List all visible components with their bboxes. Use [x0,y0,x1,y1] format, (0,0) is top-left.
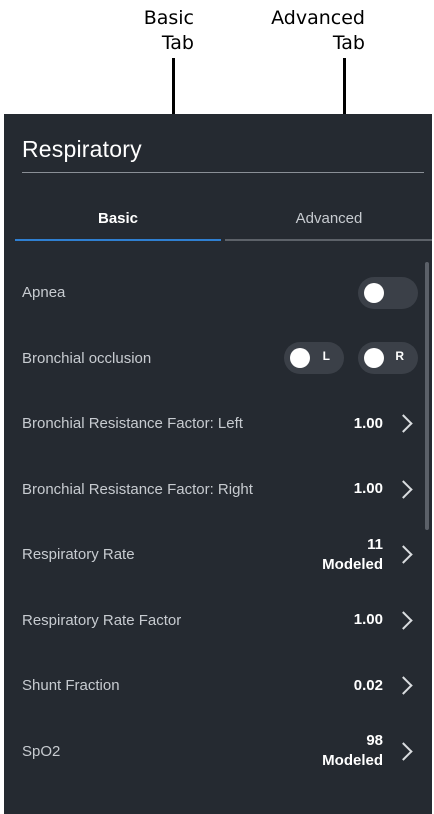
toggle-knob [290,348,310,369]
row-label: Bronchial occlusion [22,349,152,367]
scrollbar[interactable] [425,262,429,530]
chevron-right-icon[interactable] [394,676,413,695]
row-value-source: Modeled [322,752,383,770]
row-value: 1.00 [353,414,383,432]
list-item-bronchial-resistance-left[interactable]: Bronchial Resistance Factor: Left 1.00 [4,391,432,457]
tab-basic-active-indicator [15,239,221,241]
toggle-knob [364,348,384,369]
basic-tab-callout: Basic Tab [100,6,194,56]
chevron-right-icon[interactable] [394,480,413,499]
advanced-tab-callout-line2: Tab [332,32,365,54]
row-value: 11 Modeled [322,535,383,575]
row-value-number: 11 [367,535,383,553]
toggle-knob [364,282,384,303]
bronchial-occlusion-left-toggle[interactable]: L [284,342,344,375]
chevron-right-icon[interactable] [394,742,413,761]
apnea-toggle[interactable] [358,276,418,309]
row-value: 98 Modeled [322,731,383,771]
row-label: Respiratory Rate [22,546,135,564]
list-item-shunt-fraction[interactable]: Shunt Fraction 0.02 [4,653,432,719]
advanced-tab-callout: Advanced Tab [235,6,365,56]
tab-advanced-indicator [225,239,432,241]
row-label: Apnea [22,284,66,302]
list-item-respiratory-rate-factor[interactable]: Respiratory Rate Factor 1.00 [4,588,432,654]
list-item-spo2[interactable]: SpO2 98 Modeled [4,719,432,785]
tab-basic[interactable]: Basic [15,204,221,240]
row-value-source: Modeled [322,555,383,573]
bronchial-occlusion-right-toggle[interactable]: R [358,342,418,375]
panel-title: Respiratory [22,136,142,162]
list-item-bronchial-occlusion: Bronchial occlusion L R [4,326,432,392]
chevron-right-icon[interactable] [394,611,413,630]
parameter-list: Apnea Bronchial occlusion L R Bronchial … [4,260,432,784]
row-label: Respiratory Rate Factor [22,611,182,629]
list-item-bronchial-resistance-right[interactable]: Bronchial Resistance Factor: Right 1.00 [4,457,432,523]
row-value: 0.02 [353,676,383,694]
list-item-respiratory-rate[interactable]: Respiratory Rate 11 Modeled [4,522,432,588]
chevron-right-icon[interactable] [394,545,413,564]
row-value: 1.00 [353,480,383,498]
row-label: Bronchial Resistance Factor: Right [22,480,253,498]
basic-tab-callout-line2: Tab [161,32,194,54]
row-label: Shunt Fraction [22,677,120,695]
tab-advanced[interactable]: Advanced [225,204,432,240]
advanced-tab-callout-line1: Advanced [271,7,365,29]
tab-bar: Basic Advanced [15,204,432,242]
row-label: SpO2 [22,742,61,760]
toggle-label: R [395,349,404,364]
chevron-right-icon[interactable] [394,414,413,433]
row-label: Bronchial Resistance Factor: Left [22,415,243,433]
row-value: 1.00 [353,611,383,629]
title-divider [22,172,424,173]
toggle-label: L [322,349,330,364]
list-item-apnea: Apnea [4,260,432,326]
basic-tab-callout-line1: Basic [143,7,194,29]
respiratory-panel: Respiratory Basic Advanced Apnea Bronchi… [4,114,432,814]
row-value-number: 98 [366,732,383,750]
